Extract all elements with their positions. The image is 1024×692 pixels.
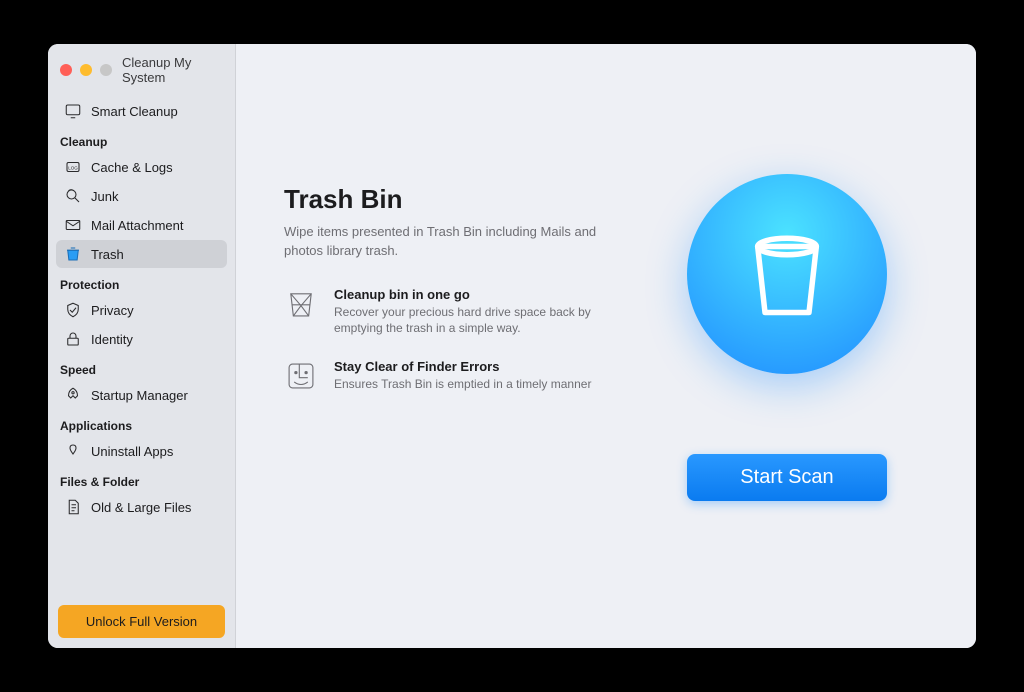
sidebar-item-smart-cleanup[interactable]: Smart Cleanup [56, 97, 227, 125]
file-icon [64, 498, 82, 516]
content: Trash Bin Wipe items presented in Trash … [236, 44, 976, 501]
sidebar-item-label: Privacy [91, 303, 134, 318]
sidebar-item-startup-manager[interactable]: Startup Manager [56, 381, 227, 409]
sidebar-item-label: Smart Cleanup [91, 104, 178, 119]
section-header-protection: Protection [60, 278, 223, 292]
unlock-full-version-button[interactable]: Unlock Full Version [58, 605, 225, 638]
sidebar-footer: Unlock Full Version [48, 595, 235, 648]
hero-trash-graphic [687, 174, 887, 374]
maximize-icon[interactable] [100, 64, 112, 76]
feature-cleanup-bin: Cleanup bin in one go Recover your preci… [284, 287, 624, 338]
feature-description: Ensures Trash Bin is emptied in a timely… [334, 376, 591, 393]
feature-finder-errors: Stay Clear of Finder Errors Ensures Tras… [284, 359, 624, 393]
sidebar-item-label: Startup Manager [91, 388, 188, 403]
sidebar-item-trash[interactable]: Trash [56, 240, 227, 268]
sidebar-item-privacy[interactable]: Privacy [56, 296, 227, 324]
sidebar-item-junk[interactable]: Junk [56, 182, 227, 210]
svg-text:LOG: LOG [68, 165, 78, 170]
feature-text: Cleanup bin in one go Recover your preci… [334, 287, 624, 338]
trash-large-icon [732, 219, 842, 329]
sidebar-item-label: Uninstall Apps [91, 444, 173, 459]
feature-title: Cleanup bin in one go [334, 287, 624, 302]
section-header-applications: Applications [60, 419, 223, 433]
sidebar-scroll: Smart Cleanup Cleanup LOG Cache & Logs J… [48, 93, 235, 595]
finder-icon [284, 359, 318, 393]
magnifier-icon [64, 187, 82, 205]
lock-icon [64, 330, 82, 348]
trash-icon [64, 245, 82, 263]
sidebar-item-label: Identity [91, 332, 133, 347]
main-right-column: Start Scan [672, 174, 902, 501]
sidebar-item-label: Old & Large Files [91, 500, 191, 515]
app-title: Cleanup My System [122, 55, 223, 85]
sidebar-item-uninstall-apps[interactable]: Uninstall Apps [56, 437, 227, 465]
start-scan-button[interactable]: Start Scan [687, 454, 887, 501]
sidebar-item-label: Cache & Logs [91, 160, 173, 175]
feature-text: Stay Clear of Finder Errors Ensures Tras… [334, 359, 591, 393]
log-icon: LOG [64, 158, 82, 176]
main-pane: Trash Bin Wipe items presented in Trash … [236, 44, 976, 648]
window-controls [60, 64, 112, 76]
sidebar-item-label: Trash [91, 247, 124, 262]
app-icon [64, 442, 82, 460]
sidebar: Cleanup My System Smart Cleanup Cleanup … [48, 44, 236, 648]
section-header-files: Files & Folder [60, 475, 223, 489]
feature-description: Recover your precious hard drive space b… [334, 304, 624, 338]
rocket-icon [64, 386, 82, 404]
titlebar: Cleanup My System [48, 44, 235, 93]
sidebar-item-cache-logs[interactable]: LOG Cache & Logs [56, 153, 227, 181]
shield-icon [64, 301, 82, 319]
sidebar-item-label: Mail Attachment [91, 218, 184, 233]
minimize-icon[interactable] [80, 64, 92, 76]
page-title: Trash Bin [284, 184, 624, 215]
section-header-cleanup: Cleanup [60, 135, 223, 149]
feature-title: Stay Clear of Finder Errors [334, 359, 591, 374]
main-left-column: Trash Bin Wipe items presented in Trash … [284, 184, 624, 501]
sidebar-item-old-large-files[interactable]: Old & Large Files [56, 493, 227, 521]
sidebar-item-label: Junk [91, 189, 118, 204]
sidebar-item-identity[interactable]: Identity [56, 325, 227, 353]
app-window: Cleanup My System Smart Cleanup Cleanup … [48, 44, 976, 648]
section-header-speed: Speed [60, 363, 223, 377]
envelope-icon [64, 216, 82, 234]
close-icon[interactable] [60, 64, 72, 76]
trash-wire-icon [284, 287, 318, 321]
sidebar-item-mail-attachment[interactable]: Mail Attachment [56, 211, 227, 239]
monitor-icon [64, 102, 82, 120]
page-description: Wipe items presented in Trash Bin includ… [284, 223, 624, 261]
